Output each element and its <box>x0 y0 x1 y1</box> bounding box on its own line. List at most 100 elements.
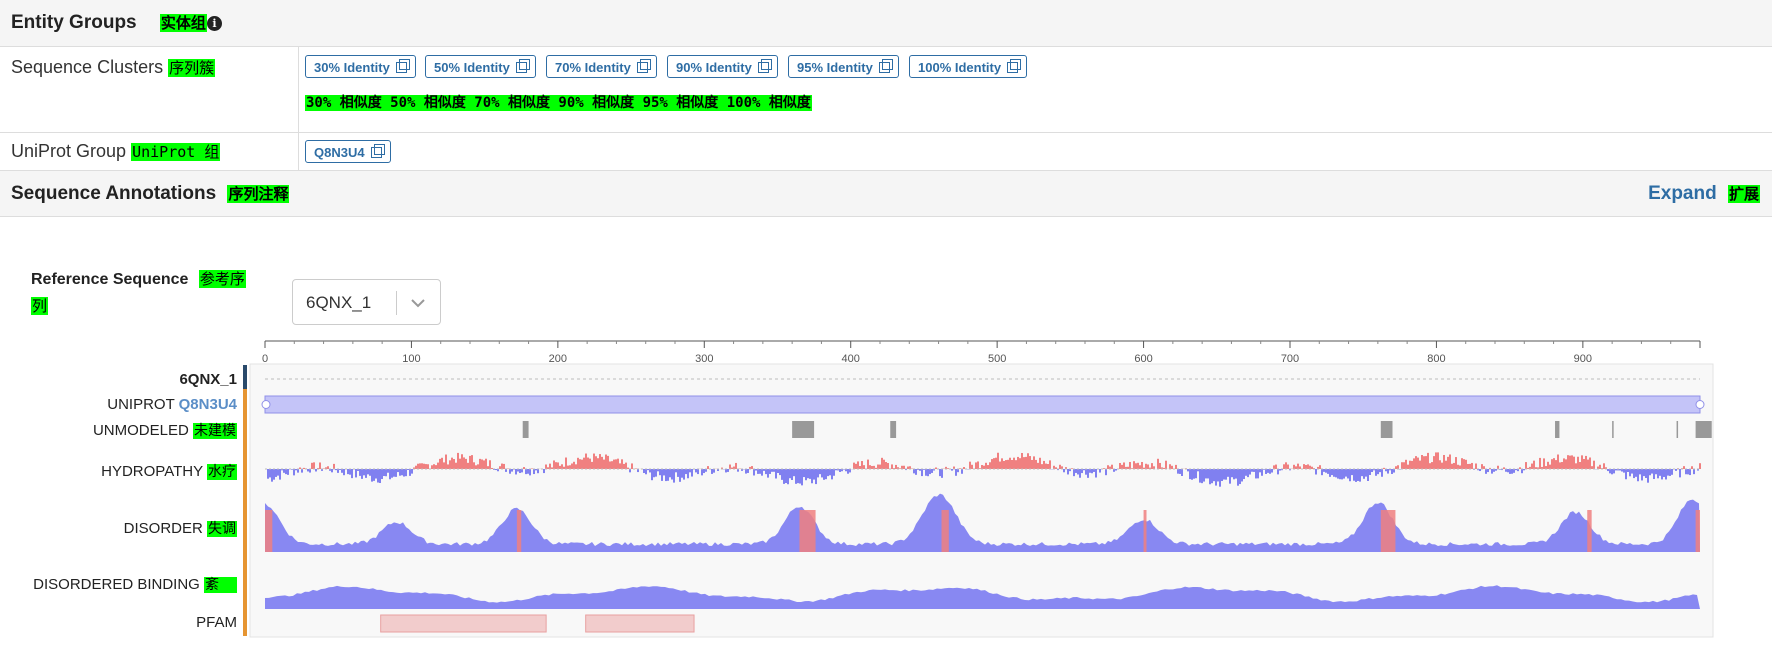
identity-30-button[interactable]: 30% Identity <box>305 55 416 78</box>
hydropathy-bar <box>1517 469 1519 472</box>
identity-95-button[interactable]: 95% Identity <box>788 55 899 78</box>
hydropathy-bar <box>425 464 427 469</box>
reference-sequence-select[interactable]: 6QNX_1 <box>292 279 441 325</box>
uniprot-bar-end-handle[interactable] <box>1695 400 1705 409</box>
expand-link[interactable]: Expand 扩展 <box>1648 183 1760 205</box>
hydropathy-bar <box>657 469 659 472</box>
identity-50-button[interactable]: 50% Identity <box>425 55 536 78</box>
hydropathy-bar <box>1687 469 1689 475</box>
hydropathy-bar <box>803 469 805 478</box>
hydropathy-bar <box>879 464 881 469</box>
hydropathy-bar <box>393 469 395 477</box>
hydropathy-bar <box>591 461 593 469</box>
hydropathy-bar <box>813 469 815 480</box>
uniprot-bar[interactable] <box>264 395 1701 414</box>
identity-90-button[interactable]: 90% Identity <box>667 55 778 78</box>
hydropathy-bar <box>1441 462 1443 469</box>
identity-70-button[interactable]: 70% Identity <box>546 55 657 78</box>
hydropathy-bar <box>1047 464 1049 469</box>
hydropathy-bar <box>1427 452 1429 469</box>
hydropathy-bar <box>587 457 589 469</box>
hydropathy-bar <box>275 469 277 477</box>
hydropathy-bar <box>1145 463 1147 469</box>
hydropathy-bar <box>411 469 413 474</box>
hydropathy-bar <box>349 469 351 475</box>
hydropathy-bar <box>1339 469 1341 480</box>
hydropathy-bar <box>1349 469 1351 482</box>
hydropathy-bar <box>419 463 421 469</box>
hydropathy-bar <box>1603 463 1605 469</box>
hydropathy-bar <box>947 468 949 469</box>
reference-sequence-label-text: Reference Sequence <box>31 271 189 288</box>
hydropathy-bar <box>1401 462 1403 469</box>
track-sequence-text: 6QNX_1 <box>179 371 237 388</box>
hydropathy-bar <box>1217 469 1219 482</box>
hydropathy-bar <box>367 469 369 475</box>
hydropathy-bar <box>687 469 689 479</box>
hydropathy-bar <box>1055 467 1057 469</box>
hydropathy-bar <box>1177 469 1179 474</box>
hydropathy-bar <box>1577 456 1579 469</box>
hydropathy-bar <box>823 469 825 480</box>
hydropathy-bar <box>829 469 831 476</box>
hydropathy-bar <box>651 469 653 481</box>
identity-100-button[interactable]: 100% Identity <box>909 55 1028 78</box>
hydropathy-bar <box>1033 456 1035 469</box>
hydropathy-bar <box>991 459 993 469</box>
hydropathy-bar <box>1105 469 1107 476</box>
hydropathy-bar <box>1585 455 1587 469</box>
hydropathy-bar <box>901 465 903 469</box>
hydropathy-bar <box>609 461 611 469</box>
hydropathy-bar <box>1251 469 1253 472</box>
hydropathy-bar <box>1007 459 1009 469</box>
hydropathy-bar <box>705 469 707 472</box>
hydropathy-bar <box>1043 460 1045 469</box>
hydropathy-bar <box>1263 469 1265 470</box>
hydropathy-bar <box>297 469 299 473</box>
hydropathy-bar <box>423 463 425 469</box>
hydropathy-bar <box>1645 469 1647 478</box>
info-icon[interactable]: i <box>206 16 222 31</box>
hydropathy-bar <box>1249 469 1251 475</box>
hydropathy-bar <box>1467 463 1469 469</box>
hydropathy-bar <box>317 467 319 469</box>
hydropathy-bar <box>1679 469 1681 478</box>
entity-groups-title: Entity Groups 实体组 i <box>11 12 222 34</box>
hydropathy-bar <box>371 469 373 482</box>
hydropathy-bar <box>693 469 695 470</box>
track-label-hydropathy: HYDROPATHY 水疗 <box>101 461 237 481</box>
hydropathy-bar <box>1141 461 1143 469</box>
uniprot-q8n3u4-button[interactable]: Q8N3U4 <box>305 140 391 163</box>
hydropathy-bar <box>569 465 571 469</box>
hydropathy-bar <box>547 467 549 469</box>
hydropathy-bar <box>473 462 475 469</box>
hydropathy-bar <box>1337 469 1339 479</box>
hydropathy-bar <box>1205 469 1207 479</box>
hydropathy-bar <box>1175 464 1177 469</box>
hydropathy-bar <box>969 461 971 469</box>
hydropathy-bar <box>707 466 709 469</box>
hydropathy-bar <box>479 458 481 469</box>
hydropathy-bar <box>1601 468 1603 469</box>
hydropathy-bar <box>1559 462 1561 469</box>
hydropathy-bar <box>1651 469 1653 474</box>
uniprot-bar-start-handle[interactable] <box>261 400 271 409</box>
hydropathy-bar <box>659 469 661 476</box>
hydropathy-bar <box>913 469 915 474</box>
hydropathy-bar <box>1359 469 1361 482</box>
track-uniprot-id[interactable]: Q8N3U4 <box>179 396 237 413</box>
hydropathy-bar <box>1113 469 1115 472</box>
hydropathy-bar <box>337 469 339 473</box>
hydropathy-bar <box>359 469 361 476</box>
hydropathy-bar <box>1455 457 1457 469</box>
hydropathy-bar <box>1457 464 1459 469</box>
hydropathy-bar <box>1143 467 1145 469</box>
hydropathy-bar <box>505 469 507 472</box>
hydropathy-bar <box>993 458 995 469</box>
hydropathy-bar <box>299 467 301 469</box>
hydropathy-bar <box>1071 468 1073 469</box>
hydropathy-bar <box>955 469 957 476</box>
identity-70-label: 70% Identity <box>555 60 631 75</box>
hydropathy-bar <box>1191 469 1193 480</box>
hydropathy-bar <box>959 468 961 469</box>
